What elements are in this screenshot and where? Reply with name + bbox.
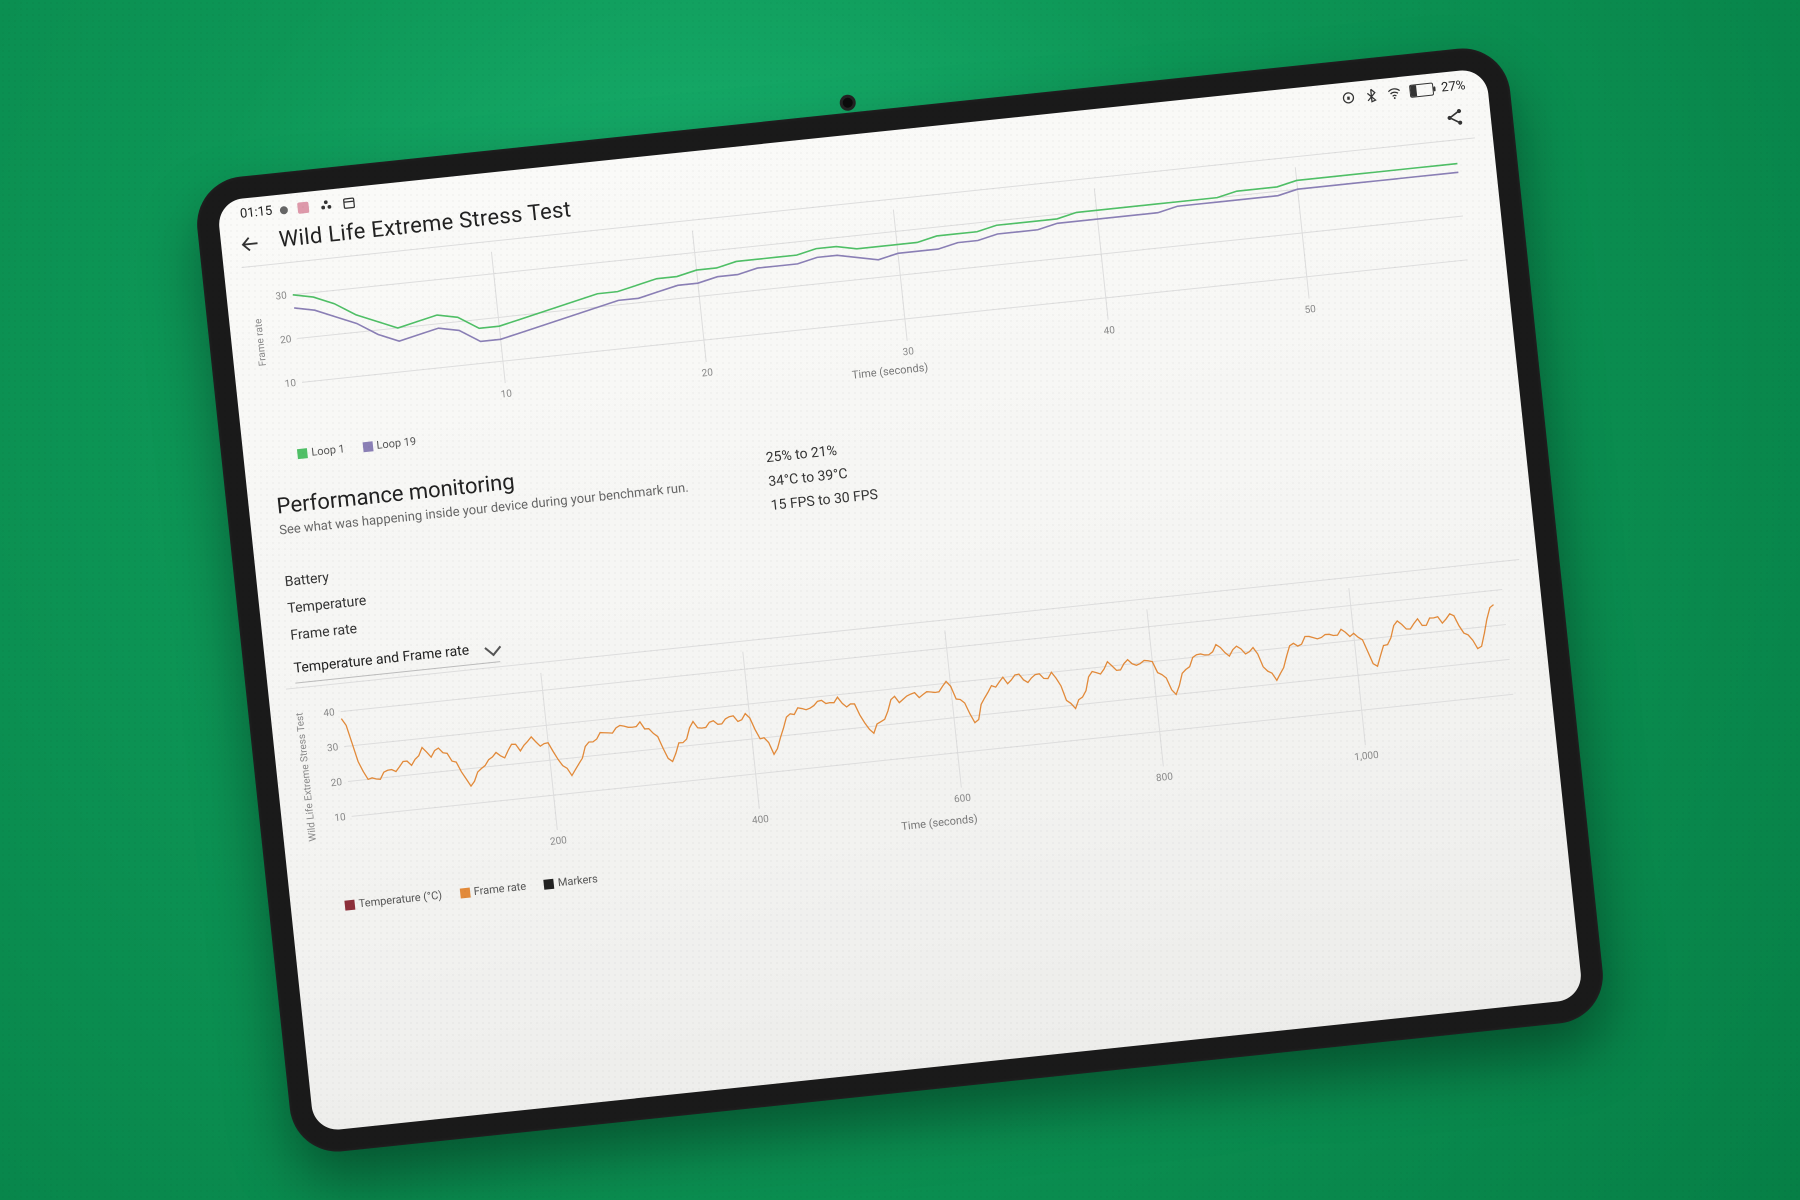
back-arrow-icon[interactable]: [238, 231, 262, 255]
svg-text:Time (seconds): Time (seconds): [851, 361, 929, 382]
svg-text:30: 30: [275, 290, 288, 302]
monitoring-line-chart: 10 20 30 40 200 400 600 800 1,000 Time (seconds) W…: [286, 560, 1541, 898]
perf-title: Performance monitoring: [276, 452, 688, 520]
legend-swatch-icon: [459, 888, 470, 899]
app-icon: [295, 199, 311, 215]
battery-icon: [1409, 82, 1434, 97]
status-right: 27%: [1340, 78, 1466, 106]
svg-text:Wild Life Extreme Stress Test: Wild Life Extreme Stress Test: [294, 712, 319, 842]
clock-text: 01:15: [239, 204, 273, 222]
metric-label-battery: Battery: [283, 439, 1527, 596]
chart2-legend: Temperature (°C) Frame rate Markers: [308, 769, 1543, 916]
svg-text:600: 600: [954, 793, 972, 806]
tablet-screen: 01:15 27% Wild Life Ext: [217, 68, 1584, 1132]
monitoring-chart-card: 10 20 30 40 200 400 600 800 1,000 Time (seconds) W…: [286, 559, 1543, 915]
page-title: Wild Life Extreme Stress Test: [278, 197, 573, 253]
metric-label-framerate: Frame rate: [289, 492, 1533, 649]
legend-swatch-icon: [344, 900, 355, 911]
status-left: 01:15: [239, 195, 357, 222]
framerate-chart-card: 10 20 30 10 20 30 40 50 Time (seconds) Frame rate…: [242, 137, 1496, 464]
svg-text:20: 20: [330, 777, 343, 789]
svg-text:40: 40: [1103, 325, 1116, 337]
svg-text:800: 800: [1156, 772, 1174, 785]
framerate-value: 15 FPS to 30 FPS: [770, 483, 879, 518]
legend-label: Frame rate: [473, 880, 527, 898]
chart1-legend: Loop 1 Loop 19: [261, 317, 1496, 464]
tablet-camera: [842, 97, 853, 108]
wifi-icon: [1386, 85, 1402, 101]
calendar-icon: [341, 195, 357, 211]
legend-label: Loop 1: [311, 442, 346, 458]
svg-text:10: 10: [284, 378, 297, 390]
svg-text:10: 10: [334, 812, 347, 824]
temperature-value: 34°C to 39°C: [767, 460, 876, 495]
legend-item-temperature: Temperature (°C): [344, 889, 442, 912]
legend-label: Markers: [557, 872, 598, 889]
chevron-down-icon: [485, 640, 502, 657]
tablet-frame: 01:15 27% Wild Life Ext: [192, 44, 1607, 1157]
legend-label: Temperature (°C): [358, 889, 442, 911]
battery-percent-text: 27%: [1441, 78, 1467, 95]
status-dot-icon: [280, 205, 289, 214]
legend-item-framerate: Frame rate: [459, 880, 527, 900]
bluetooth-icon: [1363, 87, 1379, 103]
perf-subtitle: See what was happening inside your devic…: [279, 481, 690, 539]
legend-item-markers: Markers: [543, 872, 598, 891]
svg-text:40: 40: [323, 707, 336, 719]
svg-text:200: 200: [550, 835, 568, 848]
svg-text:Frame rate: Frame rate: [253, 318, 269, 367]
framerate-line-chart: 10 20 30 10 20 30 40 50 Time (seconds) Frame rate: [242, 138, 1494, 447]
metric-labels-list: Battery Temperature Frame rate: [256, 439, 1533, 652]
status-bar: 01:15 27%: [217, 68, 1489, 228]
legend-swatch-icon: [362, 441, 373, 452]
perf-values: 25% to 21% 34°C to 39°C 15 FPS to 30 FPS: [764, 432, 879, 518]
legend-swatch-icon: [543, 879, 554, 890]
dropdown-value: Temperature and Frame rate: [293, 643, 470, 677]
svg-text:10: 10: [500, 388, 513, 400]
svg-text:Time (seconds): Time (seconds): [901, 812, 979, 833]
chart-metric-dropdown[interactable]: Temperature and Frame rate: [292, 633, 500, 683]
svg-text:30: 30: [327, 742, 340, 754]
share-icon[interactable]: [1444, 106, 1466, 128]
legend-swatch-icon: [297, 448, 308, 459]
svg-text:400: 400: [752, 814, 770, 827]
svg-text:30: 30: [902, 346, 915, 358]
app-header: Wild Life Extreme Stress Test: [219, 95, 1491, 261]
legend-item-loop1: Loop 1: [297, 442, 346, 460]
metric-label-temperature: Temperature: [286, 466, 1530, 623]
svg-text:20: 20: [701, 367, 714, 379]
legend-label: Loop 19: [376, 435, 417, 452]
legend-item-loop19: Loop 19: [362, 435, 417, 454]
app-icon: [318, 197, 334, 213]
rotation-lock-icon: [1340, 90, 1356, 106]
svg-text:50: 50: [1304, 304, 1317, 316]
svg-text:20: 20: [280, 334, 293, 346]
svg-text:1,000: 1,000: [1354, 750, 1380, 764]
battery-value: 25% to 21%: [765, 436, 874, 471]
performance-monitoring-section: Performance monitoring See what was happ…: [244, 332, 1524, 572]
photo-background: 01:15 27% Wild Life Ext: [0, 0, 1800, 1200]
